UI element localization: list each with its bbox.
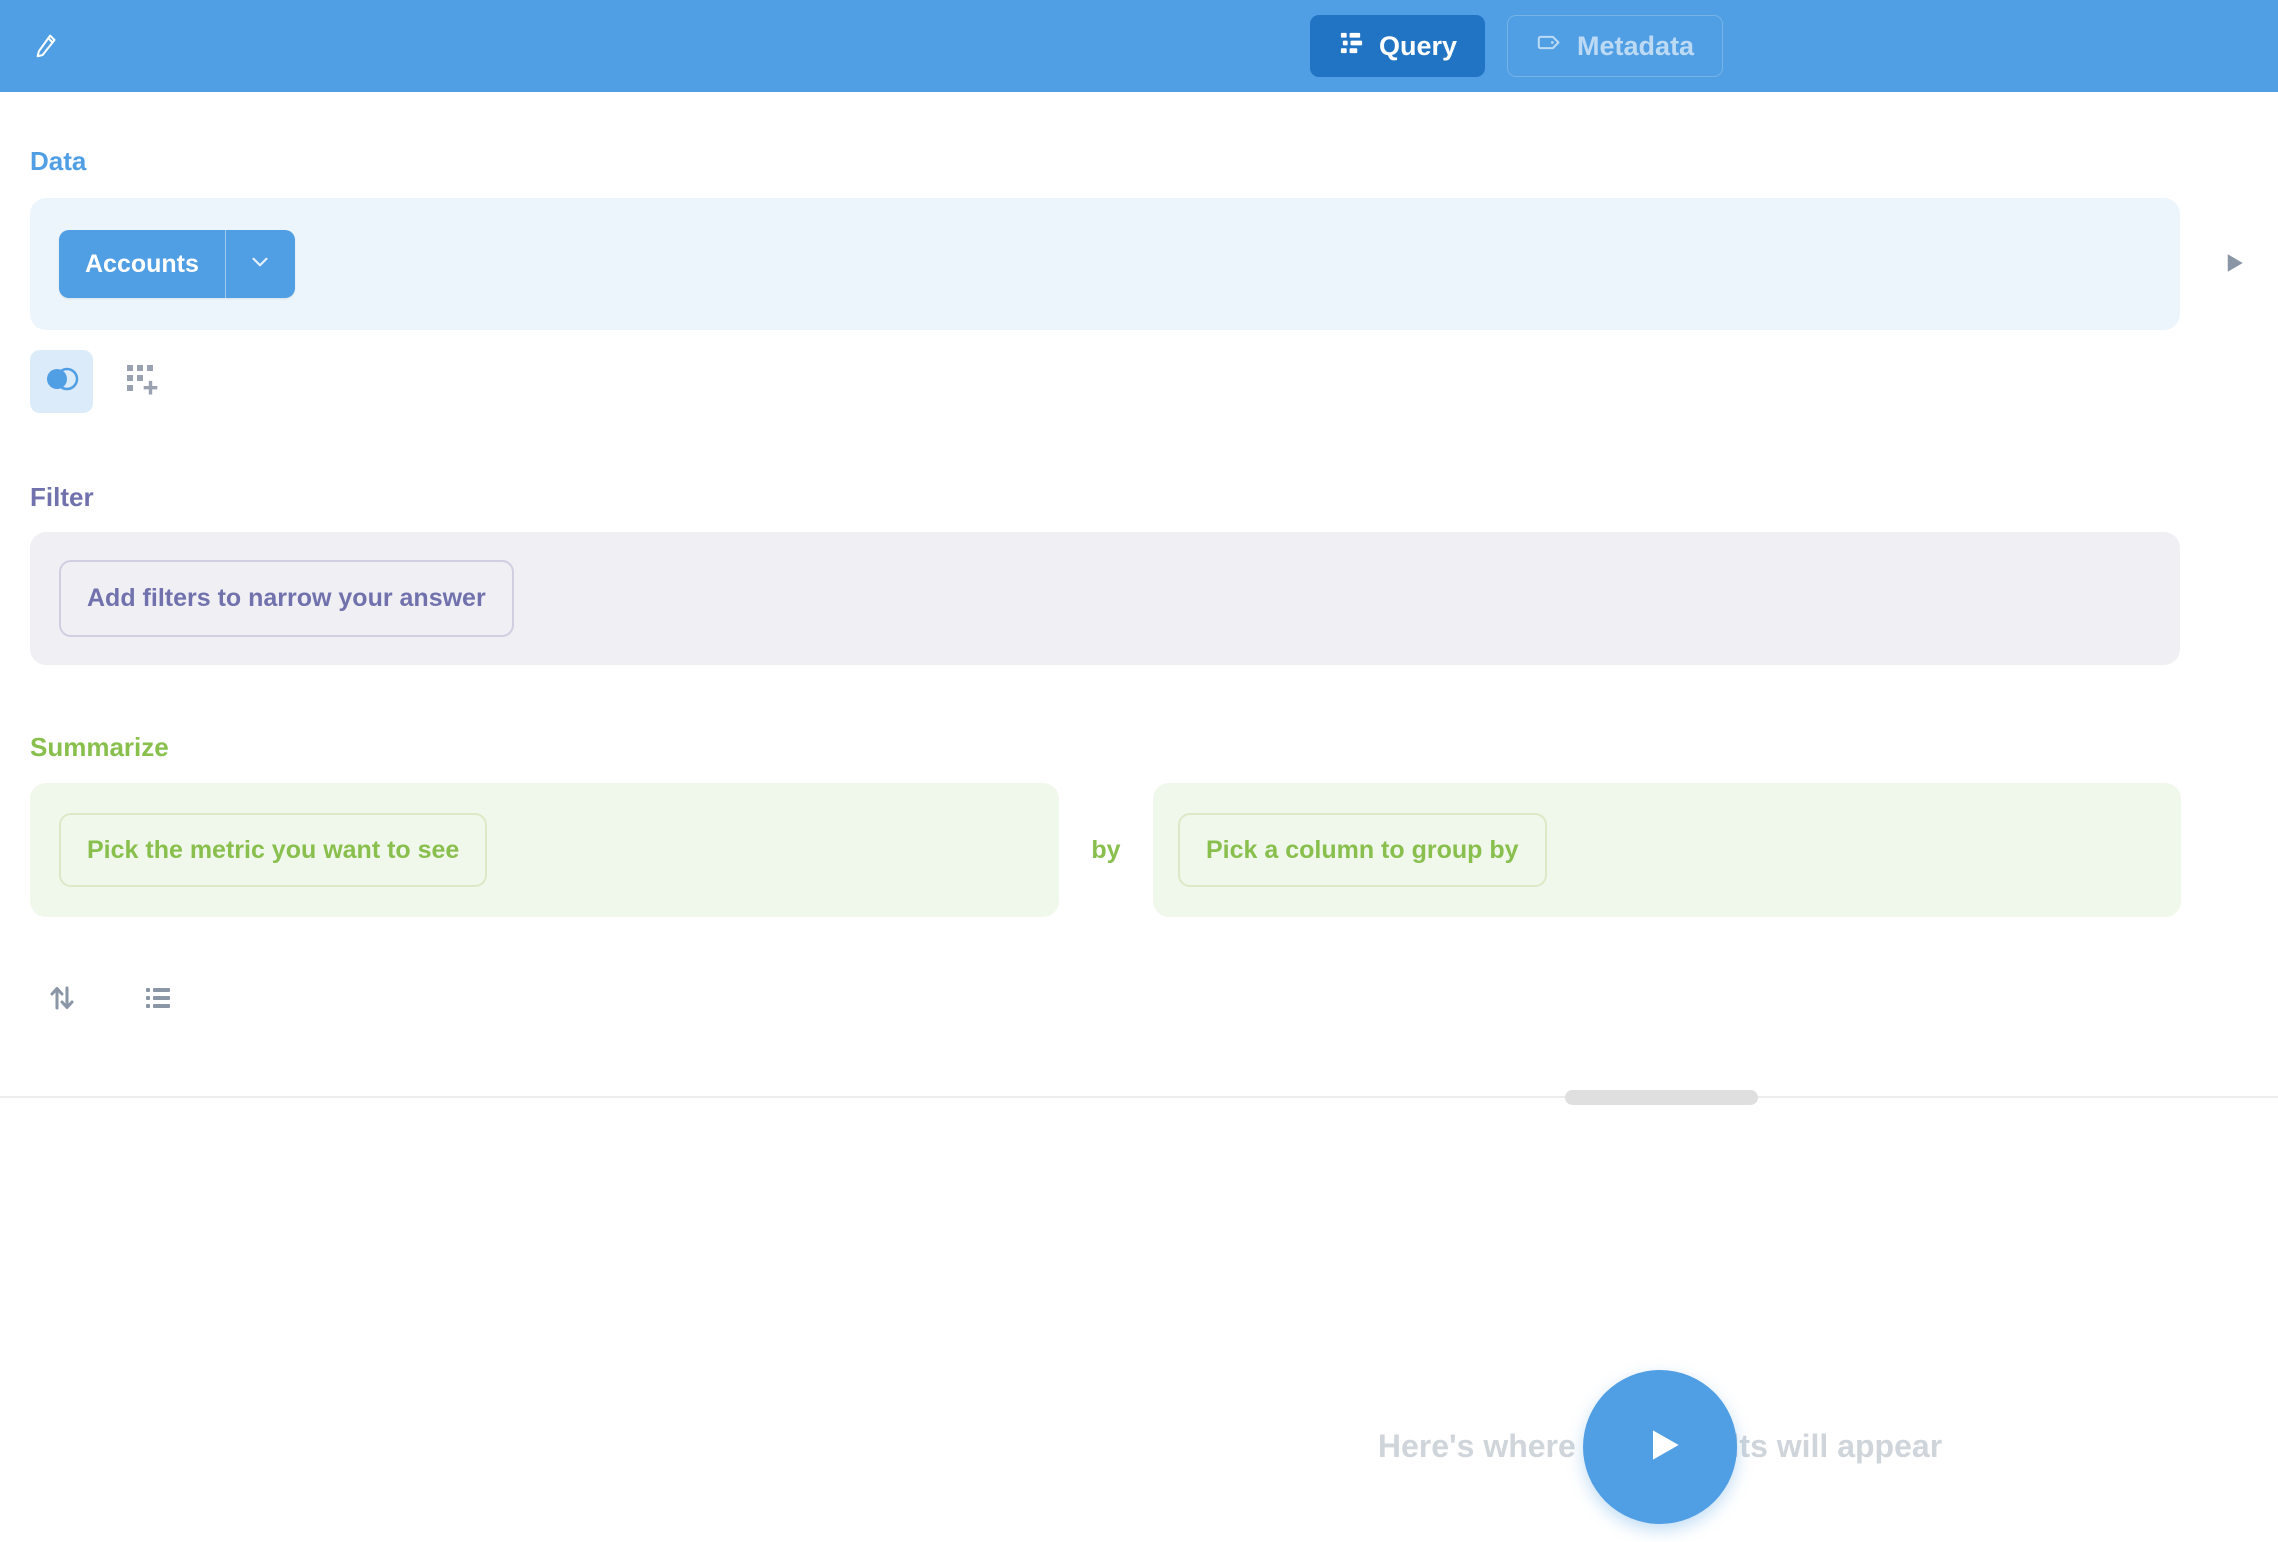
filter-step-container: Add filters to narrow your answer (30, 532, 2180, 665)
edit-pencil-icon[interactable] (30, 28, 64, 62)
join-venn-icon (42, 365, 82, 398)
tab-query-label: Query (1379, 31, 1457, 62)
query-builder-page: Query Metadata Data Accounts (0, 0, 2278, 1542)
editor-tab-group: Query Metadata (1310, 15, 1723, 77)
pane-resize-handle[interactable] (1565, 1090, 1758, 1105)
play-icon (2219, 248, 2249, 283)
run-query-button[interactable] (1583, 1370, 1737, 1524)
summarize-groupby-container: Pick a column to group by (1153, 783, 2181, 917)
custom-column-icon (125, 363, 159, 402)
chevron-down-icon (247, 249, 273, 280)
summarize-section-title: Summarize (30, 732, 169, 763)
tab-metadata[interactable]: Metadata (1507, 15, 1723, 77)
list-icon (142, 982, 174, 1019)
add-filter-button[interactable]: Add filters to narrow your answer (59, 560, 514, 637)
data-source-label[interactable]: Accounts (59, 230, 225, 298)
row-limit-step-button[interactable] (140, 982, 176, 1018)
tab-metadata-label: Metadata (1577, 31, 1694, 62)
pick-group-column-button[interactable]: Pick a column to group by (1178, 813, 1547, 887)
preview-step-button[interactable] (2216, 247, 2252, 283)
pane-divider (0, 1096, 2278, 1098)
filter-section-title: Filter (30, 482, 94, 513)
label-icon (1536, 29, 1563, 63)
group-by-connector-label: by (1062, 836, 1150, 865)
custom-column-button[interactable] (122, 362, 162, 402)
play-icon (1634, 1423, 1686, 1472)
sort-step-button[interactable] (44, 982, 80, 1018)
pick-metric-button[interactable]: Pick the metric you want to see (59, 813, 487, 887)
join-data-button[interactable] (30, 350, 93, 413)
summarize-metric-container: Pick the metric you want to see (30, 783, 1059, 917)
data-source-caret[interactable] (225, 230, 295, 298)
notebook-icon (1338, 29, 1365, 63)
data-source-button[interactable]: Accounts (59, 230, 295, 298)
sort-icon (46, 982, 78, 1019)
data-step-container: Accounts (30, 198, 2180, 330)
tab-query[interactable]: Query (1310, 15, 1485, 77)
header-bar: Query Metadata (0, 0, 2278, 92)
data-section-title: Data (30, 146, 86, 177)
